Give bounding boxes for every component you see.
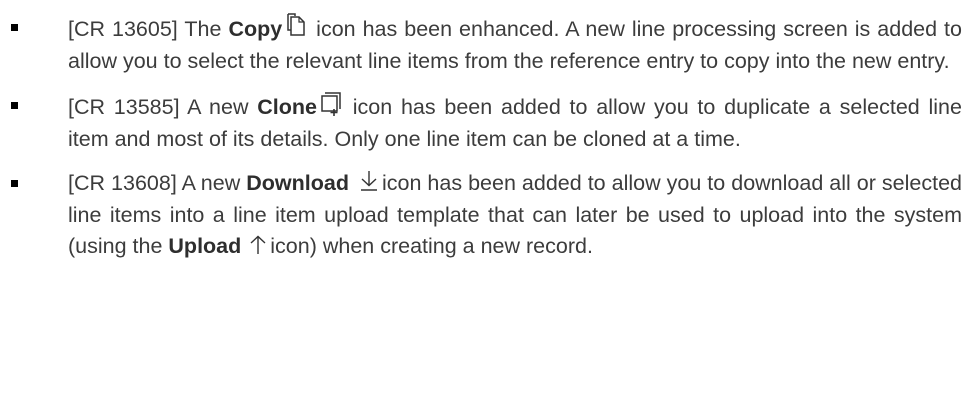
- item-text: [CR 13608] A new Download icon has been a…: [68, 168, 962, 263]
- item-text: [CR 13585] A new Clone icon has been add…: [68, 90, 962, 155]
- feature-name: Copy: [228, 17, 283, 41]
- item-text-pre: A new: [181, 171, 241, 195]
- download-icon: [359, 170, 379, 192]
- copy-icon: [286, 13, 306, 37]
- feature-name: Clone: [257, 95, 317, 119]
- bullet: [11, 180, 18, 187]
- upload-icon: [249, 233, 267, 255]
- list-item: [CR 13608] A new Download icon has been a…: [0, 168, 972, 263]
- list-item: [CR 13585] A new Clone icon has been add…: [0, 90, 972, 155]
- bullet: [11, 24, 18, 31]
- clone-icon: [321, 92, 341, 116]
- list-item: [CR 13605] The Copy icon has been enhanc…: [0, 12, 972, 77]
- item-text: [CR 13605] The Copy icon has been enhanc…: [68, 12, 962, 77]
- change-request-ref: [CR 13585]: [68, 95, 180, 119]
- change-request-ref: [CR 13608]: [68, 171, 177, 195]
- release-notes-list: [CR 13605] The Copy icon has been enhanc…: [0, 0, 972, 263]
- bullet: [11, 102, 18, 109]
- change-request-ref: [CR 13605]: [68, 17, 178, 41]
- item-text-pre: The: [184, 17, 222, 41]
- item-text-post2: icon) when creating a new record.: [270, 234, 593, 258]
- item-text-pre: A new: [187, 95, 249, 119]
- feature-name-upload: Upload: [168, 234, 242, 258]
- feature-name: Download: [246, 171, 349, 195]
